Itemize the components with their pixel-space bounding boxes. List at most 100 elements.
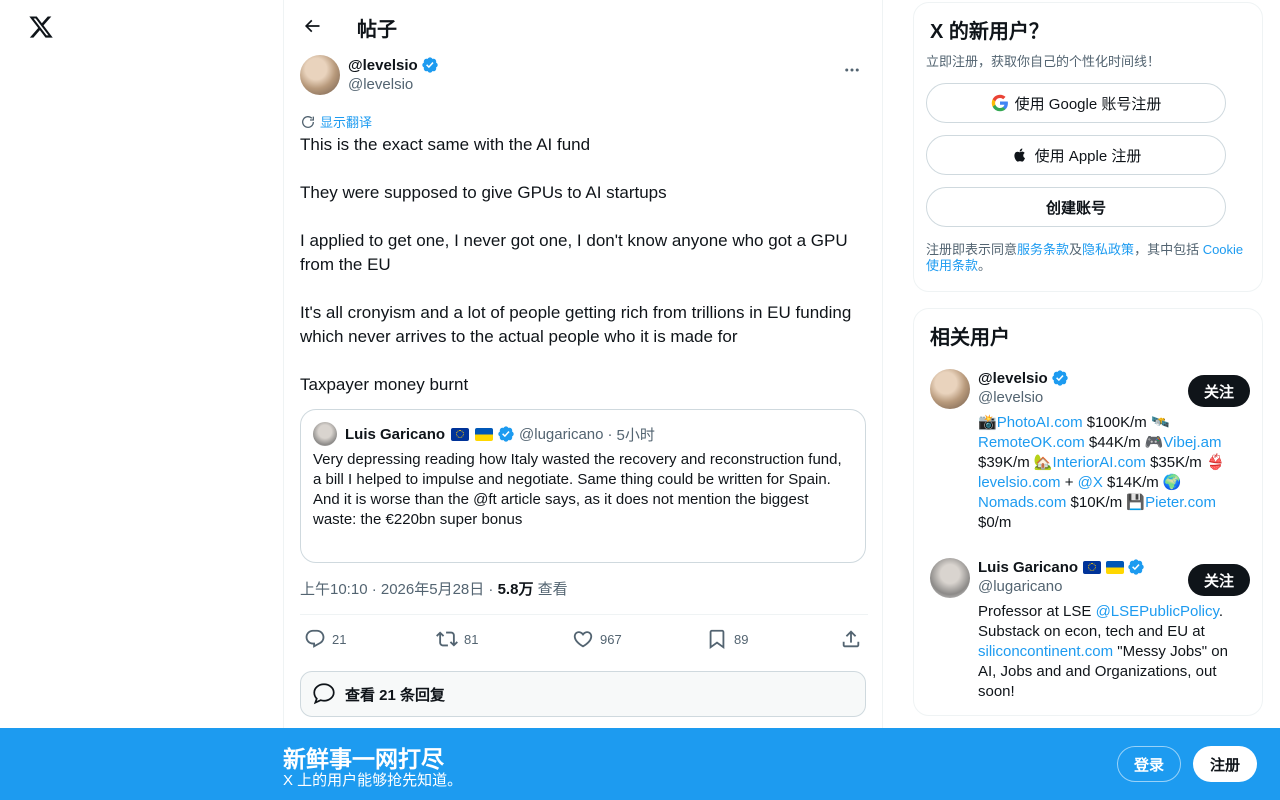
bio-link[interactable]: Pieter.com — [1145, 494, 1216, 511]
bio-link[interactable]: InteriorAI.com — [1053, 454, 1146, 471]
author-name-link[interactable]: @levelsio — [348, 56, 439, 74]
follow-button[interactable]: 关注 — [1188, 375, 1250, 407]
reply-button[interactable]: 21 — [304, 628, 346, 650]
verified-badge-icon — [421, 56, 439, 74]
quoted-time: 5小时 — [616, 426, 655, 444]
post-paragraph: I applied to get one, I never got one, I… — [300, 231, 848, 274]
repost-icon — [436, 628, 458, 650]
terms-of-service-link[interactable]: 服务条款 — [1017, 242, 1069, 257]
user-bio: Professor at LSE @LSEPublicPolicy. Subst… — [978, 602, 1248, 702]
repost-count: 81 — [464, 631, 479, 647]
create-account-label: 创建账号 — [1045, 199, 1106, 217]
view-replies-label: 查看 21 条回复 — [345, 686, 446, 704]
privacy-policy-link[interactable]: 隐私政策 — [1082, 242, 1134, 257]
related-user[interactable]: Luis Garicano @lugaricano 关注 Professor a… — [930, 558, 1250, 708]
google-icon — [991, 94, 1009, 112]
quoted-post-header: Luis Garicano @lugaricano · 5小时 — [313, 422, 655, 446]
like-count: 967 — [600, 631, 622, 647]
signup-button[interactable]: 注册 — [1193, 746, 1257, 782]
x-logo-icon[interactable] — [28, 14, 56, 42]
google-signup-label: 使用 Google 账号注册 — [1014, 95, 1162, 113]
post-time[interactable]: 上午10:10 · 2026年5月28日 · — [300, 581, 498, 598]
follow-button[interactable]: 关注 — [1188, 564, 1250, 596]
translate-label: 显示翻译 — [320, 115, 373, 130]
translate-button[interactable]: 显示翻译 — [300, 112, 372, 131]
user-name: Luis Garicano — [978, 558, 1079, 576]
chat-bubble-icon — [311, 681, 337, 707]
terms-text: 注册即表示同意 — [926, 242, 1018, 257]
repost-button[interactable]: 81 — [436, 628, 478, 650]
create-account-button[interactable]: 创建账号 — [926, 187, 1226, 227]
post-paragraph: It's all cronyism and a lot of people ge… — [300, 303, 852, 346]
share-button[interactable] — [840, 628, 862, 650]
bio-link[interactable]: Nomads.com — [978, 494, 1066, 511]
related-user[interactable]: @levelsio @levelsio 关注 📸PhotoAI.com $100… — [930, 369, 1250, 539]
ukraine-flag-icon — [1106, 560, 1125, 574]
share-icon — [840, 628, 862, 650]
verified-badge-icon — [1127, 558, 1145, 576]
views-label: 查看 — [537, 581, 568, 598]
verified-badge-icon — [1051, 369, 1069, 387]
banner-subtitle: X 上的用户能够抢先知道。 — [283, 772, 463, 789]
user-handle: @levelsio — [978, 389, 1044, 406]
login-button[interactable]: 登录 — [1117, 746, 1181, 782]
author-avatar[interactable] — [300, 55, 340, 95]
post-actions: 21 81 967 89 — [300, 624, 868, 656]
avatar[interactable] — [930, 558, 970, 598]
reply-count: 21 — [332, 631, 347, 647]
avatar[interactable] — [930, 369, 970, 409]
terms-text: 。 — [978, 258, 992, 273]
bookmark-button[interactable]: 89 — [706, 628, 748, 650]
quoted-post-text: Very depressing reading how Italy wasted… — [313, 450, 853, 530]
quoted-text-line: Very depressing reading how Italy wasted… — [313, 451, 842, 488]
bio-text: $0/m — [978, 514, 1012, 531]
eu-flag-icon — [1083, 560, 1102, 574]
post-paragraph: They were supposed to give GPUs to AI st… — [300, 183, 667, 202]
divider — [300, 614, 868, 615]
related-users-title: 相关用户 — [930, 327, 1010, 349]
arrow-left-icon — [302, 16, 322, 36]
bio-link[interactable]: Vibej.am — [1163, 434, 1221, 451]
eu-flag-icon — [451, 427, 470, 441]
bio-text: $35K/m 👙 — [1145, 454, 1225, 471]
post-header: 帖子 — [284, 0, 884, 53]
user-handle: @lugaricano — [978, 578, 1063, 595]
signup-subtitle: 立即注册，获取你自己的个性化时间线！ — [926, 54, 1161, 69]
google-signup-button[interactable]: 使用 Google 账号注册 — [926, 83, 1226, 123]
apple-signup-button[interactable]: 使用 Apple 注册 — [926, 135, 1226, 175]
post-paragraph: Taxpayer money burnt — [300, 375, 469, 394]
more-horizontal-icon — [843, 61, 861, 79]
back-button[interactable] — [294, 8, 330, 44]
author-handle[interactable]: @levelsio — [348, 76, 413, 93]
post-paragraph: This is the exact same with the AI fund — [300, 135, 591, 154]
quoted-post[interactable]: Luis Garicano @lugaricano · 5小时 Very dep… — [300, 409, 866, 563]
signup-terms: 注册即表示同意服务条款及隐私政策，其中包括 Cookie 使用条款。 — [926, 242, 1256, 274]
apple-icon — [1011, 146, 1029, 164]
terms-text: ，其中包括 — [1134, 242, 1203, 257]
apple-signup-label: 使用 Apple 注册 — [1034, 147, 1142, 165]
bio-link[interactable]: @LSEPublicPolicy — [1096, 603, 1219, 620]
bio-link[interactable]: PhotoAI.com — [997, 414, 1083, 431]
user-name-link[interactable]: Luis Garicano — [978, 558, 1145, 576]
page-title: 帖子 — [357, 19, 397, 41]
bio-link[interactable]: siliconcontinent.com — [978, 643, 1113, 660]
quoted-text-line: And it is worse than the @ft article say… — [313, 491, 809, 528]
author-name: @levelsio — [348, 56, 418, 74]
quoted-author-name: Luis Garicano — [345, 425, 446, 443]
bio-text: $100K/m 🛰️ — [1082, 414, 1170, 431]
ukraine-flag-icon — [475, 427, 494, 441]
signup-banner: 新鲜事一网打尽 X 上的用户能够抢先知道。 登录 注册 — [0, 728, 1280, 800]
like-button[interactable]: 967 — [572, 628, 622, 650]
quoted-author-handle: @lugaricano — [519, 425, 604, 443]
bio-link[interactable]: RemoteOK.com — [978, 434, 1085, 451]
bio-text: Professor at LSE — [978, 603, 1096, 620]
more-button[interactable] — [836, 54, 868, 86]
view-replies-button[interactable]: 查看 21 条回复 — [300, 671, 866, 717]
quoted-author-avatar — [313, 422, 337, 446]
bio-link[interactable]: levelsio.com — [978, 474, 1061, 491]
terms-text: 及 — [1069, 242, 1083, 257]
user-name-link[interactable]: @levelsio — [978, 369, 1069, 387]
bio-text: $44K/m 🎮 — [1084, 434, 1164, 451]
bio-link[interactable]: @X — [1078, 474, 1103, 491]
user-name: @levelsio — [978, 369, 1048, 387]
